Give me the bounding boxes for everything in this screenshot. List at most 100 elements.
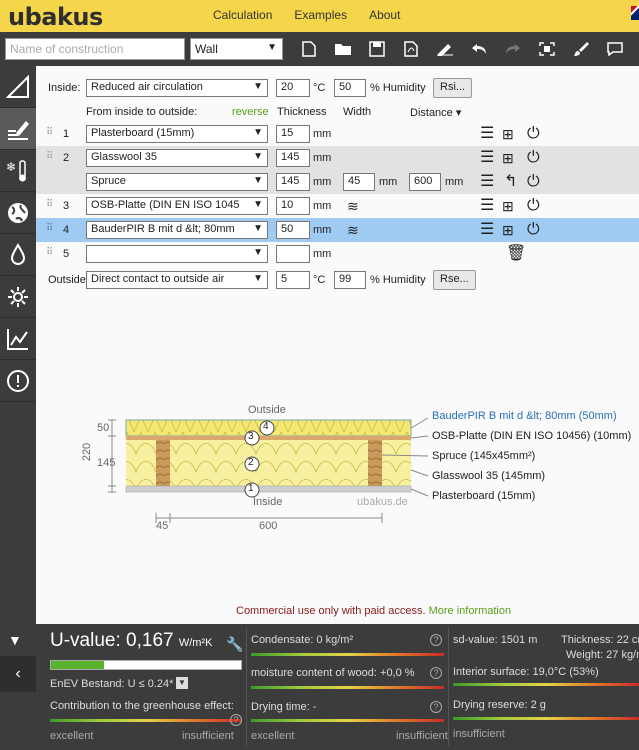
help-icon[interactable]: ? <box>230 714 242 726</box>
layer-material-select[interactable]: BauderPIR B mit d &lt; 80mm ▼ <box>86 221 268 239</box>
more-information-link[interactable]: More information <box>429 605 512 617</box>
layer-thickness-input[interactable]: 15 <box>276 125 310 143</box>
add-sublayer-icon[interactable]: ⊞ <box>502 149 514 167</box>
convection-icon[interactable]: ≋ <box>347 221 359 239</box>
outside-climate-select[interactable]: Direct contact to outside air ▼ <box>86 271 268 289</box>
nav-examples[interactable]: Examples <box>294 8 347 22</box>
condensate-scale <box>251 653 444 656</box>
comment-icon[interactable] <box>598 38 632 60</box>
rse-button[interactable]: Rse... <box>433 270 476 290</box>
legend-glasswool[interactable]: Glasswool 35 (145mm) <box>432 470 545 482</box>
chevron-left-icon[interactable]: ‹ <box>0 656 36 692</box>
add-sublayer-icon[interactable]: ⊞ <box>502 197 514 215</box>
legend-plasterboard[interactable]: Plasterboard (15mm) <box>432 490 535 502</box>
inside-temp-input[interactable]: 20 <box>276 79 310 97</box>
reverse-link[interactable]: reverse <box>232 106 269 118</box>
rsi-button[interactable]: Rsi... <box>433 78 473 98</box>
thickness-unit: mm <box>313 176 332 188</box>
construction-type-select[interactable]: Wall ▼ <box>190 38 283 60</box>
return-arrow-icon[interactable]: ↰ <box>504 173 517 191</box>
menu-icon[interactable]: ☰ <box>480 197 494 215</box>
power-toggle-icon[interactable]: ⏻ <box>527 149 540 167</box>
legend-spruce[interactable]: Spruce (145x45mm²) <box>432 450 535 462</box>
layer-material-select[interactable]: Glasswool 35 ▼ <box>86 149 268 167</box>
interior-surface-scale <box>453 683 639 686</box>
drag-handle-icon[interactable]: ⠿ <box>46 127 53 138</box>
layer-thickness-input[interactable]: 50 <box>276 221 310 239</box>
wrench-icon[interactable]: 🔧 <box>226 636 243 653</box>
power-toggle-icon[interactable]: ⏻ <box>527 221 540 239</box>
inside-humidity-input[interactable]: 50 <box>334 79 366 97</box>
condensate-text: Condensate: 0 kg/m² <box>251 634 354 646</box>
help-icon[interactable]: ? <box>430 667 442 679</box>
sidebar-item-moisture[interactable] <box>0 234 36 276</box>
redo-icon[interactable] <box>496 38 530 60</box>
drag-handle-icon[interactable]: ⠿ <box>46 151 53 162</box>
help-icon[interactable]: ? <box>430 634 442 646</box>
sidebar-item-geometry[interactable] <box>0 66 36 108</box>
layer-thickness-input[interactable]: 10 <box>276 197 310 215</box>
sidebar-item-layers[interactable] <box>0 108 36 150</box>
wood-moisture-text: moisture content of wood: +0,0 % <box>251 667 415 679</box>
menu-icon[interactable]: ☰ <box>480 149 494 167</box>
width-unit: mm <box>379 176 398 188</box>
sublayer-distance-input[interactable]: 600 <box>409 173 441 191</box>
marker-2: 2 <box>248 457 254 468</box>
outside-humidity-input[interactable]: 99 <box>334 271 366 289</box>
drag-handle-icon[interactable]: ⠿ <box>46 199 53 210</box>
layer-thickness-input[interactable] <box>276 245 310 263</box>
app-logo[interactable]: ubakus <box>8 3 103 31</box>
u-value-bar <box>50 660 242 670</box>
drag-handle-icon[interactable]: ⠿ <box>46 223 53 234</box>
sidebar-item-climate[interactable] <box>0 192 36 234</box>
sidebar-item-warnings[interactable] <box>0 360 36 402</box>
layer-material-select[interactable]: Plasterboard (15mm) ▼ <box>86 125 268 143</box>
language-flag-icon[interactable] <box>631 6 639 20</box>
standard-dropdown-icon[interactable]: ▼ <box>176 677 188 689</box>
power-toggle-icon[interactable]: ⏻ <box>527 197 540 215</box>
convection-icon[interactable]: ≋ <box>347 197 359 215</box>
legend-bauderpir[interactable]: BauderPIR B mit d &lt; 80mm (50mm) <box>432 410 617 422</box>
sidebar-item-temperature[interactable]: ❄ <box>0 150 36 192</box>
fullscreen-icon[interactable] <box>530 38 564 60</box>
sublayer-material-select[interactable]: Spruce ▼ <box>86 173 268 191</box>
pdf-export-icon[interactable] <box>394 38 428 60</box>
drag-handle-icon[interactable]: ⠿ <box>46 247 53 258</box>
sidebar-item-graph[interactable] <box>0 318 36 360</box>
power-toggle-icon[interactable]: ⏻ <box>527 173 540 191</box>
save-icon[interactable] <box>360 38 394 60</box>
menu-icon[interactable]: ☰ <box>480 173 494 191</box>
legend-osb[interactable]: OSB-Platte (DIN EN ISO 10456) (10mm) <box>432 430 631 442</box>
nav-about[interactable]: About <box>369 8 400 22</box>
layer-number: 2 <box>63 152 70 164</box>
open-folder-icon[interactable] <box>326 38 360 60</box>
construction-name-input[interactable] <box>5 38 185 60</box>
sidebar-item-heat[interactable] <box>0 276 36 318</box>
ruler-angle-icon <box>6 74 29 98</box>
brush-icon[interactable] <box>564 38 598 60</box>
new-file-icon[interactable] <box>292 38 326 60</box>
distance-header[interactable]: Distance ▾ <box>410 106 461 119</box>
collapse-arrow-icon[interactable]: ▼ <box>8 632 22 648</box>
outside-temp-input[interactable]: 5 <box>276 271 310 289</box>
add-sublayer-icon[interactable]: ⊞ <box>502 125 514 143</box>
menu-icon[interactable]: ☰ <box>480 125 494 143</box>
power-toggle-icon[interactable]: ⏻ <box>527 125 540 143</box>
edit-icon[interactable] <box>428 38 462 60</box>
nav-calculation[interactable]: Calculation <box>213 8 272 22</box>
undo-icon[interactable] <box>462 38 496 60</box>
layer-material-value: Plasterboard (15mm) <box>91 127 195 139</box>
outside-climate-value: Direct contact to outside air <box>91 273 225 285</box>
inside-climate-select[interactable]: Reduced air circulation ▼ <box>86 79 268 97</box>
menu-icon[interactable]: ☰ <box>480 221 494 239</box>
layer-material-select[interactable]: OSB-Platte (DIN EN ISO 1045 ▼ <box>86 197 268 215</box>
trash-icon[interactable]: 🗑 <box>506 245 526 263</box>
warning-circle-icon <box>7 369 29 392</box>
add-sublayer-icon[interactable]: ⊞ <box>502 221 514 239</box>
help-icon[interactable]: ? <box>430 701 442 713</box>
layer-thickness-input[interactable]: 145 <box>276 149 310 167</box>
sublayer-thickness-input[interactable]: 145 <box>276 173 310 191</box>
layer-material-select[interactable]: ▼ <box>86 245 268 263</box>
sublayer-width-input[interactable]: 45 <box>343 173 375 191</box>
layer-row: ⠿ 2 Glasswool 35 ▼ 145 mm ☰ ⊞ ⏻ <box>36 146 639 170</box>
